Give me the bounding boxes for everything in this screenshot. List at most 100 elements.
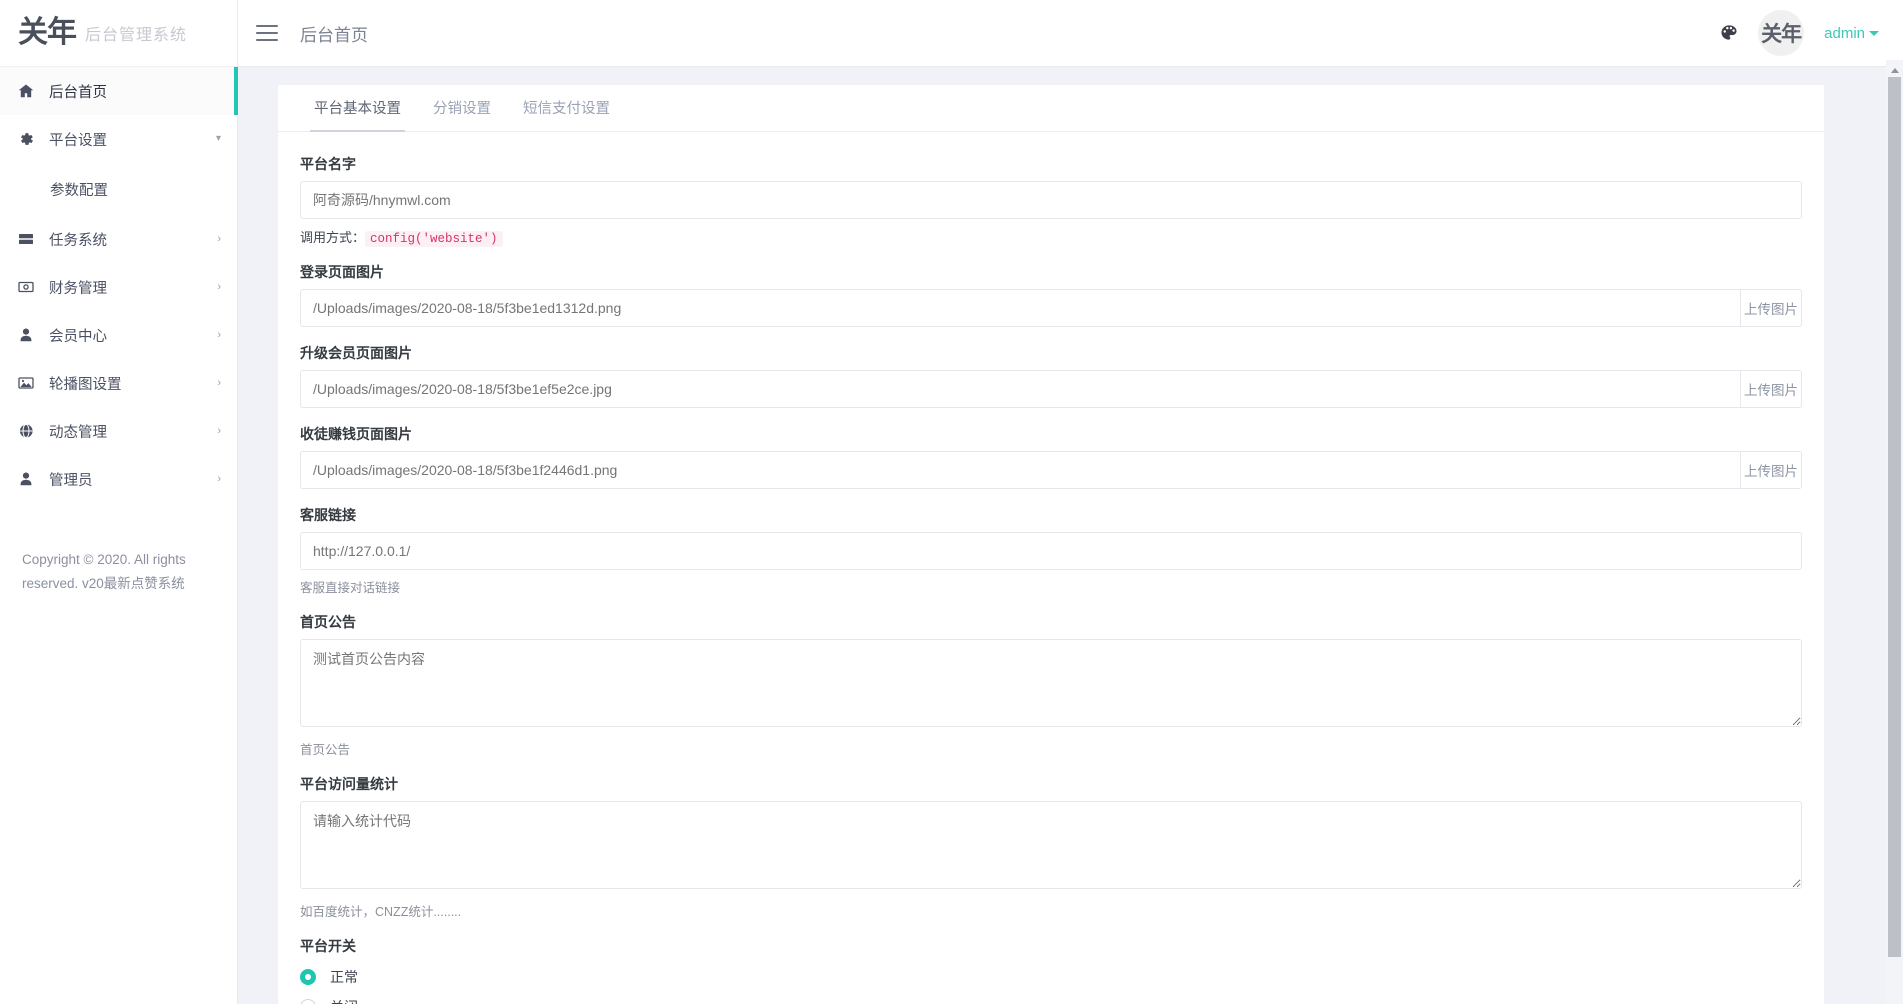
field-home-notice: 首页公告 首页公告 bbox=[300, 612, 1802, 758]
chevron-right-icon: › bbox=[217, 234, 221, 245]
sidebar-item-member-center[interactable]: 会员中心 › bbox=[0, 311, 237, 359]
field-upgrade-image: 升级会员页面图片 上传图片 bbox=[300, 343, 1802, 408]
palette-icon[interactable] bbox=[1720, 24, 1738, 42]
page-title: 后台首页 bbox=[300, 21, 368, 46]
login-image-input[interactable] bbox=[300, 289, 1740, 327]
apprentice-image-upload-label: 上传图片 bbox=[1744, 460, 1798, 480]
sidebar-item-carousel[interactable]: 轮播图设置 › bbox=[0, 359, 237, 407]
field-stats-code: 平台访问量统计 如百度统计，CNZZ统计........ bbox=[300, 774, 1802, 920]
settings-tabs: 平台基本设置 分销设置 短信支付设置 bbox=[278, 85, 1824, 132]
chevron-down-icon bbox=[1869, 31, 1879, 36]
radio-option-normal[interactable]: 正常 bbox=[300, 963, 1802, 991]
sidebar-subitem-params[interactable]: 参数配置 bbox=[0, 163, 237, 215]
login-image-upload-label: 上传图片 bbox=[1744, 298, 1798, 318]
login-image-group: 上传图片 bbox=[300, 289, 1802, 327]
tab-sms-payment[interactable]: 短信支付设置 bbox=[507, 97, 626, 131]
sidebar-item-home-label: 后台首页 bbox=[44, 81, 221, 102]
stats-code-textarea[interactable] bbox=[300, 801, 1802, 889]
home-icon bbox=[18, 83, 44, 99]
apprentice-image-input[interactable] bbox=[300, 451, 1740, 489]
tab-platform-basic[interactable]: 平台基本设置 bbox=[298, 97, 417, 131]
chevron-right-icon: › bbox=[217, 474, 221, 485]
sidebar: 关年 后台管理系统 后台首页 平台设置 ▾ 参数配置 任务系统 › bbox=[0, 0, 238, 1004]
sidebar-item-finance[interactable]: 财务管理 › bbox=[0, 263, 237, 311]
sidebar-subitem-params-label: 参数配置 bbox=[50, 179, 108, 200]
field-login-image-label: 登录页面图片 bbox=[300, 262, 1802, 282]
sidebar-item-task-system[interactable]: 任务系统 › bbox=[0, 215, 237, 263]
chevron-right-icon: › bbox=[217, 426, 221, 437]
topbar-actions: 关年 admin bbox=[1720, 10, 1903, 56]
service-link-input[interactable] bbox=[300, 532, 1802, 570]
chevron-right-icon: › bbox=[217, 282, 221, 293]
field-service-link-label: 客服链接 bbox=[300, 505, 1802, 525]
settings-form: 平台名字 调用方式：config('website') 登录页面图片 上传图片 bbox=[278, 132, 1824, 1004]
sidebar-item-admin[interactable]: 管理员 › bbox=[0, 455, 237, 503]
scrollbar-up-arrow[interactable] bbox=[1886, 60, 1903, 77]
radio-option-closed[interactable]: 关闭 bbox=[300, 993, 1802, 1004]
sidebar-copyright: Copyright © 2020. All rights reserved. v… bbox=[0, 548, 237, 596]
settings-card: 平台基本设置 分销设置 短信支付设置 平台名字 调用方式：config('web… bbox=[278, 85, 1824, 1004]
sidebar-item-platform-settings-label: 平台设置 bbox=[44, 129, 216, 150]
tab-sms-payment-label: 短信支付设置 bbox=[523, 101, 610, 117]
user-icon bbox=[18, 471, 44, 487]
sidebar-item-member-center-label: 会员中心 bbox=[44, 325, 217, 346]
field-stats-code-label: 平台访问量统计 bbox=[300, 774, 1802, 794]
radio-normal-indicator[interactable] bbox=[300, 969, 316, 985]
field-login-image: 登录页面图片 上传图片 bbox=[300, 262, 1802, 327]
home-notice-textarea[interactable] bbox=[300, 639, 1802, 727]
tab-platform-basic-label: 平台基本设置 bbox=[314, 101, 401, 117]
money-icon bbox=[18, 279, 44, 295]
radio-closed-indicator[interactable] bbox=[300, 999, 316, 1004]
sidebar-item-home[interactable]: 后台首页 bbox=[0, 67, 237, 115]
main-content: 平台基本设置 分销设置 短信支付设置 平台名字 调用方式：config('web… bbox=[238, 67, 1903, 1004]
upgrade-image-input[interactable] bbox=[300, 370, 1740, 408]
tasks-icon bbox=[18, 231, 44, 247]
page-scrollbar[interactable] bbox=[1886, 60, 1903, 1004]
brand-header[interactable]: 关年 后台管理系统 bbox=[0, 0, 237, 67]
topbar: 后台首页 关年 admin bbox=[238, 0, 1903, 67]
chevron-right-icon: › bbox=[217, 330, 221, 341]
upgrade-image-upload-label: 上传图片 bbox=[1744, 379, 1798, 399]
sidebar-item-finance-label: 财务管理 bbox=[44, 277, 217, 298]
hamburger-icon[interactable] bbox=[256, 25, 278, 41]
avatar[interactable]: 关年 bbox=[1758, 10, 1804, 56]
login-image-upload-button[interactable]: 上传图片 bbox=[1740, 289, 1802, 327]
sidebar-item-dynamic-label: 动态管理 bbox=[44, 421, 217, 442]
field-platform-name-label: 平台名字 bbox=[300, 154, 1802, 174]
platform-name-help-prefix: 调用方式： bbox=[300, 230, 365, 245]
sidebar-item-platform-settings[interactable]: 平台设置 ▾ bbox=[0, 115, 237, 163]
field-platform-switch-label: 平台开关 bbox=[300, 936, 1802, 956]
sidebar-item-carousel-label: 轮播图设置 bbox=[44, 373, 217, 394]
chevron-right-icon: › bbox=[217, 378, 221, 389]
apprentice-image-upload-button[interactable]: 上传图片 bbox=[1740, 451, 1802, 489]
platform-name-help: 调用方式：config('website') bbox=[300, 227, 1802, 246]
scrollbar-thumb[interactable] bbox=[1888, 77, 1901, 957]
copyright-line-2: reserved. v20最新点赞系统 bbox=[22, 572, 215, 596]
globe-icon bbox=[18, 423, 44, 439]
radio-normal-label: 正常 bbox=[330, 967, 358, 987]
sidebar-item-dynamic[interactable]: 动态管理 › bbox=[0, 407, 237, 455]
user-menu-label: admin bbox=[1824, 25, 1865, 42]
home-notice-help: 首页公告 bbox=[300, 739, 1802, 758]
gear-icon bbox=[18, 131, 44, 147]
user-menu[interactable]: admin bbox=[1824, 25, 1879, 42]
user-icon bbox=[18, 327, 44, 343]
field-platform-name: 平台名字 调用方式：config('website') bbox=[300, 154, 1802, 246]
sidebar-item-admin-label: 管理员 bbox=[44, 469, 217, 490]
field-upgrade-image-label: 升级会员页面图片 bbox=[300, 343, 1802, 363]
sidebar-item-task-system-label: 任务系统 bbox=[44, 229, 217, 250]
sidebar-menu: 后台首页 平台设置 ▾ 参数配置 任务系统 › 财务管理 › bbox=[0, 67, 237, 503]
apprentice-image-group: 上传图片 bbox=[300, 451, 1802, 489]
upgrade-image-group: 上传图片 bbox=[300, 370, 1802, 408]
field-apprentice-image: 收徒赚钱页面图片 上传图片 bbox=[300, 424, 1802, 489]
platform-name-help-code: config('website') bbox=[365, 231, 503, 247]
tab-distribution[interactable]: 分销设置 bbox=[417, 97, 507, 131]
field-home-notice-label: 首页公告 bbox=[300, 612, 1802, 632]
field-platform-switch: 平台开关 正常 关闭 站点关闭后将不能访问，后台可正常登录 bbox=[300, 936, 1802, 1004]
avatar-label: 关年 bbox=[1761, 18, 1801, 48]
brand-logo: 关年 bbox=[18, 18, 76, 48]
upgrade-image-upload-button[interactable]: 上传图片 bbox=[1740, 370, 1802, 408]
platform-name-input[interactable] bbox=[300, 181, 1802, 219]
image-icon bbox=[18, 375, 44, 391]
service-link-help: 客服直接对话链接 bbox=[300, 577, 1802, 596]
